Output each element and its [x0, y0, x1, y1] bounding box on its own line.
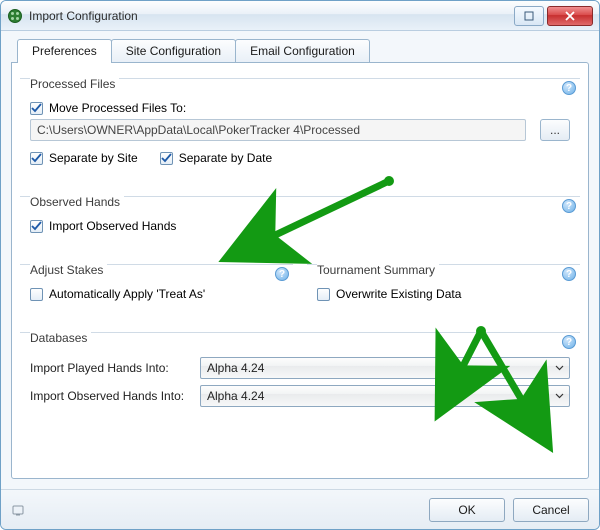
status-icon: [11, 503, 25, 517]
checkbox-separate-site[interactable]: [30, 152, 43, 165]
footer-left: [11, 503, 421, 517]
cancel-button[interactable]: Cancel: [513, 498, 589, 522]
window-close-button[interactable]: [547, 6, 593, 26]
row-separate-options: Separate by Site Separate by Date: [30, 151, 570, 165]
label-db-played: Import Played Hands Into:: [30, 361, 200, 375]
tab-preferences[interactable]: Preferences: [17, 39, 112, 63]
help-icon[interactable]: ?: [562, 199, 576, 213]
label-overwrite-existing: Overwrite Existing Data: [336, 287, 461, 301]
ok-button[interactable]: OK: [429, 498, 505, 522]
label-separate-date: Separate by Date: [179, 151, 272, 165]
row-db-observed: Import Observed Hands Into: Alpha 4.24: [30, 385, 570, 407]
row-auto-treat-as: Automatically Apply 'Treat As': [30, 287, 283, 301]
group-label-tournament-summary: Tournament Summary: [317, 263, 439, 277]
browse-button[interactable]: ...: [540, 119, 570, 141]
group-adjust-stakes: Adjust Stakes ? Automatically Apply 'Tre…: [20, 257, 293, 315]
group-observed-hands: Observed Hands ? Import Observed Hands: [20, 189, 580, 247]
group-databases: Databases ? Import Played Hands Into: Al…: [20, 325, 580, 423]
group-label-adjust-stakes: Adjust Stakes: [30, 263, 107, 277]
dropdown-db-observed[interactable]: Alpha 4.24: [200, 385, 570, 407]
group-label-observed-hands: Observed Hands: [30, 195, 124, 209]
row-move-processed: Move Processed Files To:: [30, 101, 570, 115]
row-two-groups: Adjust Stakes ? Automatically Apply 'Tre…: [20, 247, 580, 315]
app-icon: [7, 8, 23, 24]
chevron-down-icon: [555, 361, 564, 375]
label-auto-treat-as: Automatically Apply 'Treat As': [49, 287, 205, 301]
tab-site-configuration[interactable]: Site Configuration: [111, 39, 236, 63]
tab-bar: Preferences Site Configuration Email Con…: [17, 39, 589, 63]
window-buttons: [511, 6, 593, 26]
checkbox-separate-date[interactable]: [160, 152, 173, 165]
help-icon[interactable]: ?: [562, 81, 576, 95]
chevron-down-icon: [555, 389, 564, 403]
dropdown-db-observed-value: Alpha 4.24: [207, 389, 264, 403]
group-label-databases: Databases: [30, 331, 91, 345]
input-processed-path[interactable]: C:\Users\OWNER\AppData\Local\PokerTracke…: [30, 119, 526, 141]
window-help-button[interactable]: [514, 6, 544, 26]
label-db-observed: Import Observed Hands Into:: [30, 389, 200, 403]
label-separate-site: Separate by Site: [49, 151, 138, 165]
group-label-processed-files: Processed Files: [30, 77, 119, 91]
group-tournament-summary: Tournament Summary ? Overwrite Existing …: [307, 257, 580, 315]
titlebar: Import Configuration: [1, 1, 599, 31]
dropdown-db-played-value: Alpha 4.24: [207, 361, 264, 375]
dialog-footer: OK Cancel: [1, 489, 599, 529]
checkbox-move-processed[interactable]: [30, 102, 43, 115]
dropdown-db-played[interactable]: Alpha 4.24: [200, 357, 570, 379]
group-processed-files: Processed Files ? Move Processed Files T…: [20, 71, 580, 179]
window-title: Import Configuration: [29, 9, 511, 23]
row-db-played: Import Played Hands Into: Alpha 4.24: [30, 357, 570, 379]
label-move-processed: Move Processed Files To:: [49, 101, 186, 115]
checkbox-import-observed[interactable]: [30, 220, 43, 233]
help-icon[interactable]: ?: [562, 335, 576, 349]
dialog-window: Import Configuration Preferences Site Co…: [0, 0, 600, 530]
help-icon[interactable]: ?: [562, 267, 576, 281]
tab-panel-preferences: Processed Files ? Move Processed Files T…: [11, 62, 589, 479]
checkbox-auto-treat-as[interactable]: [30, 288, 43, 301]
label-import-observed: Import Observed Hands: [49, 219, 176, 233]
dialog-body: Preferences Site Configuration Email Con…: [1, 31, 599, 489]
row-import-observed: Import Observed Hands: [30, 219, 570, 233]
row-overwrite-existing: Overwrite Existing Data: [317, 287, 570, 301]
help-icon[interactable]: ?: [275, 267, 289, 281]
row-processed-path: C:\Users\OWNER\AppData\Local\PokerTracke…: [30, 119, 570, 141]
tab-email-configuration[interactable]: Email Configuration: [235, 39, 370, 63]
checkbox-overwrite-existing[interactable]: [317, 288, 330, 301]
